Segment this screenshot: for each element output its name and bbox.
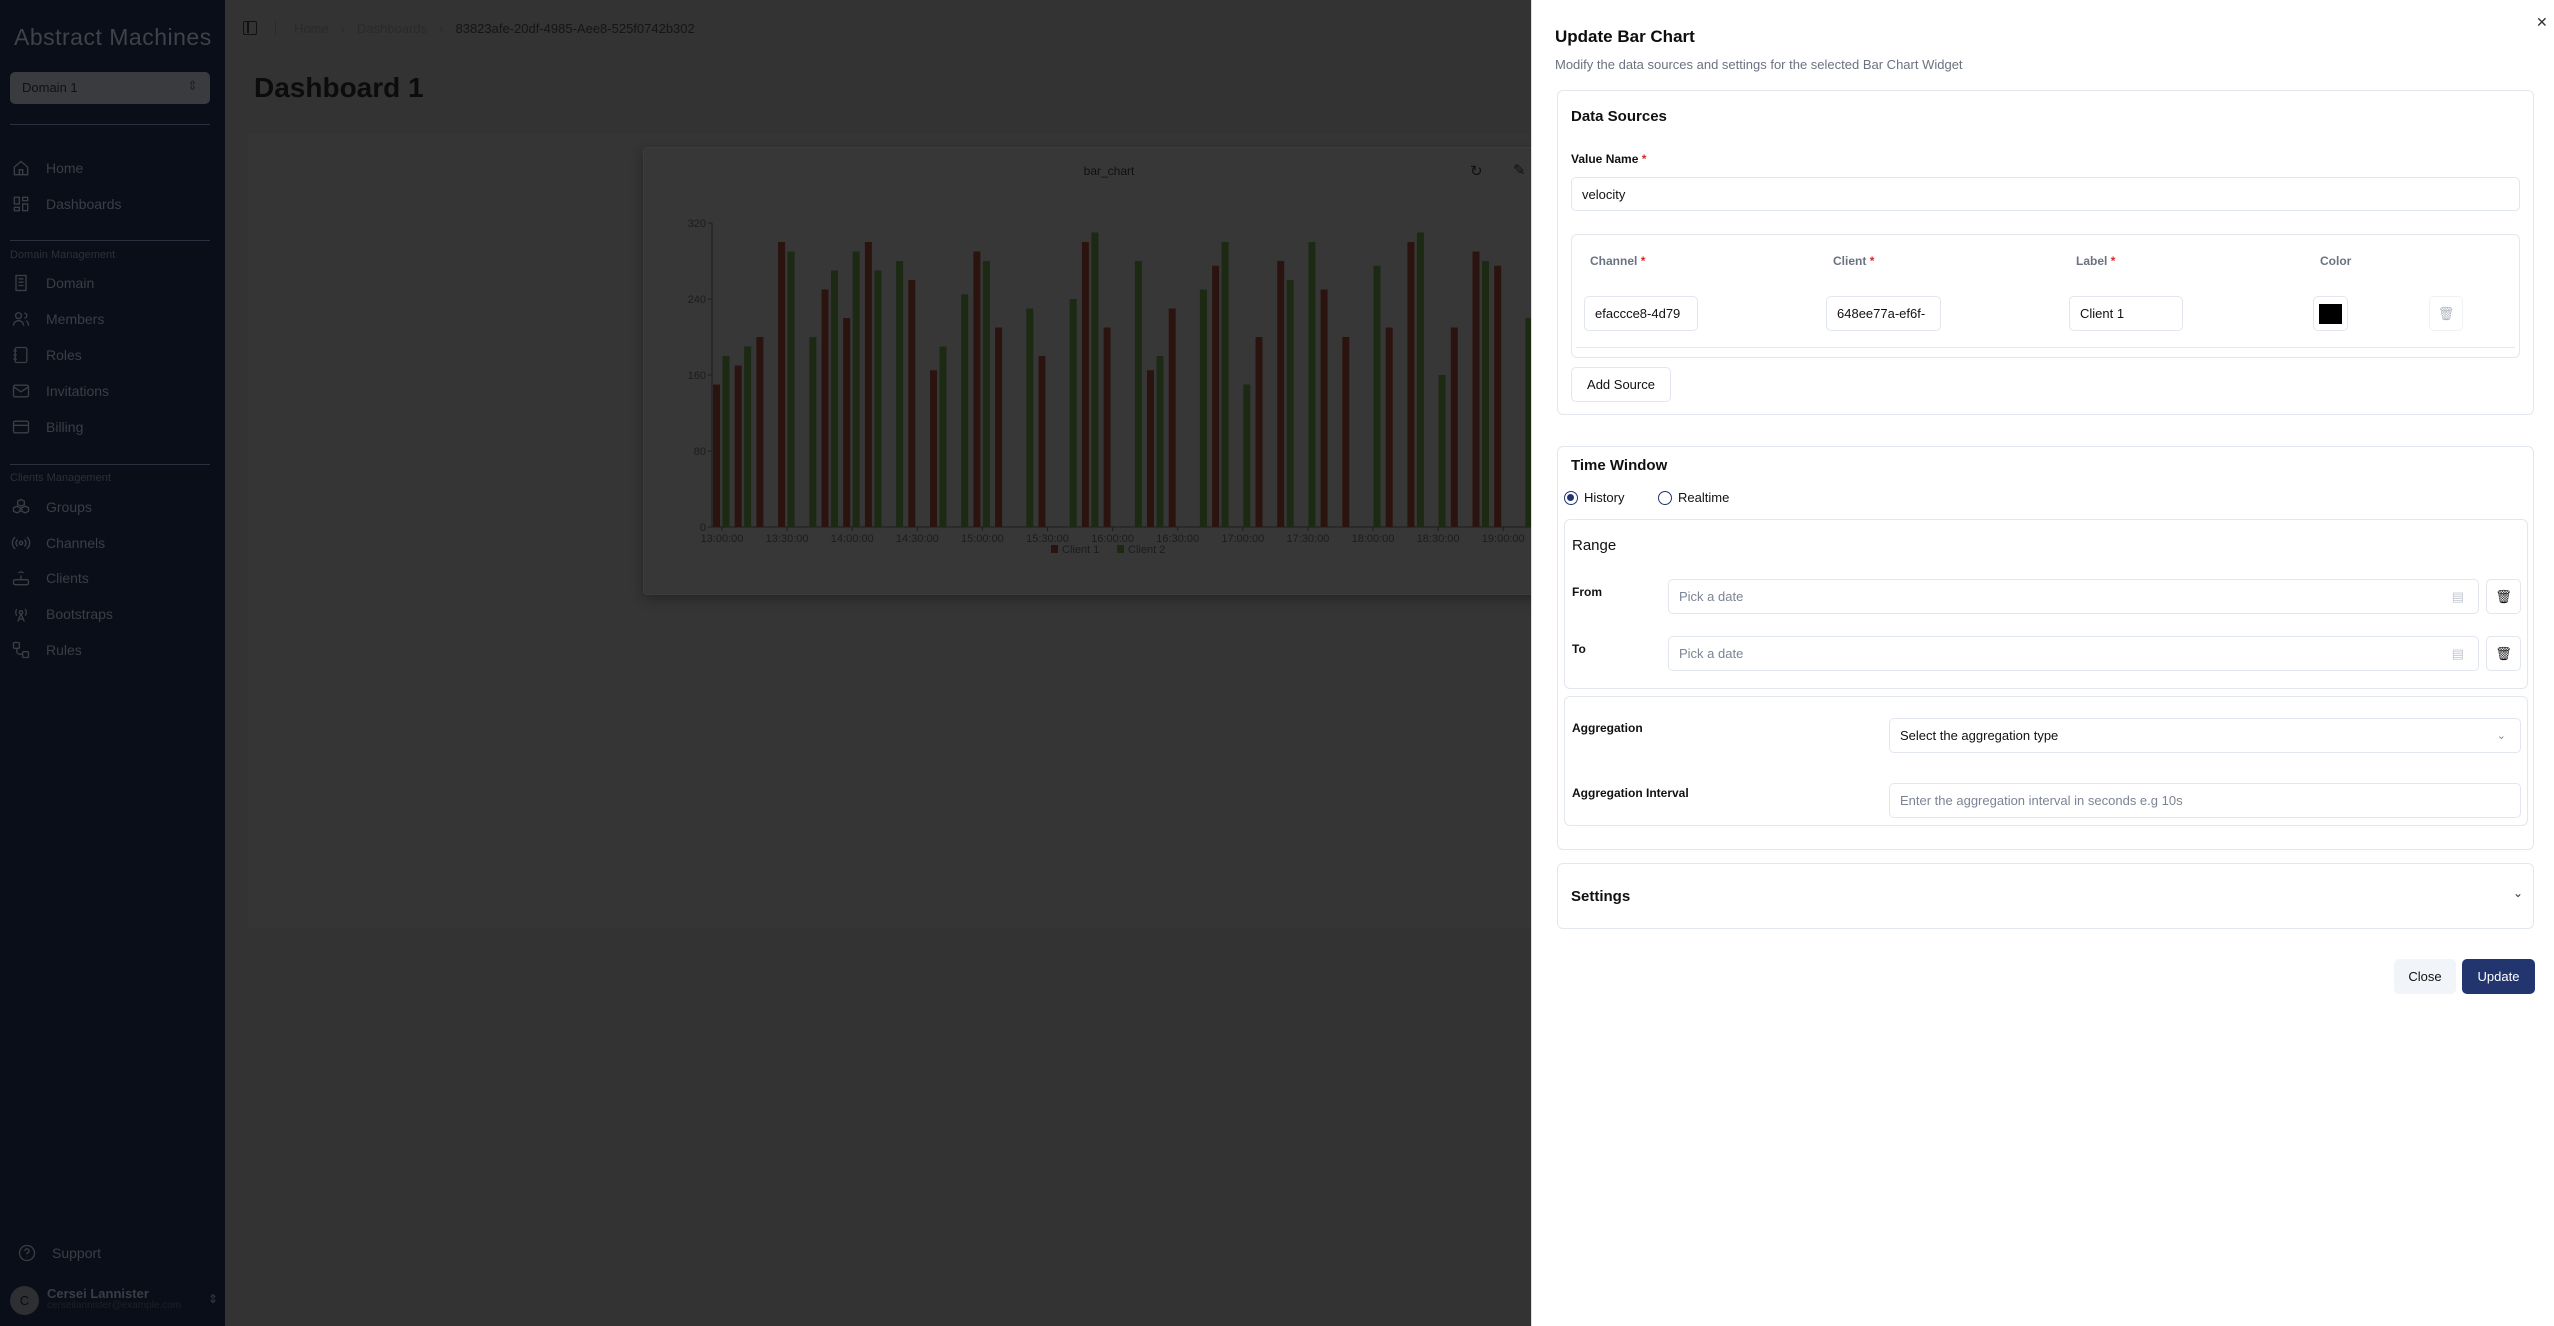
close-icon[interactable]: ✕ xyxy=(2536,14,2548,31)
chevron-down-icon: ⌄ xyxy=(2496,730,2506,742)
settings-title: Settings xyxy=(1571,888,1631,905)
trash-icon: 🗑 xyxy=(2495,645,2512,661)
client-input[interactable]: 648ee77a-ef6f- xyxy=(1826,296,1941,331)
column-label: Label * xyxy=(2076,254,2116,268)
column-color: Color xyxy=(2320,254,2352,268)
color-picker[interactable] xyxy=(2313,296,2348,331)
history-label: History xyxy=(1584,490,1625,505)
update-bar-chart-drawer: ✕ Update Bar Chart Modify the data sourc… xyxy=(1531,0,2554,1326)
aggregation-label: Aggregation xyxy=(1572,721,1643,735)
from-label: From xyxy=(1572,585,1602,599)
time-window-card: Time Window History Realtime Range From … xyxy=(1557,446,2534,850)
range-box: Range From Pick a date ▤ 🗑 To Pick a date… xyxy=(1564,519,2528,689)
clear-from-button[interactable]: 🗑 xyxy=(2486,579,2521,614)
update-button[interactable]: Update xyxy=(2462,959,2535,994)
calendar-icon: ▤ xyxy=(2451,645,2464,661)
label-input[interactable]: Client 1 xyxy=(2069,296,2183,331)
value-name-input[interactable]: velocity xyxy=(1571,177,2520,211)
section-title: Data Sources xyxy=(1571,108,1667,125)
calendar-icon: ▤ xyxy=(2451,588,2464,604)
chevron-down-icon: ⌄ xyxy=(2512,886,2523,900)
delete-source-button[interactable]: 🗑 xyxy=(2429,296,2463,331)
color-swatch xyxy=(2319,303,2342,324)
interval-input[interactable]: Enter the aggregation interval in second… xyxy=(1889,783,2521,818)
to-date-input[interactable]: Pick a date ▤ xyxy=(1668,636,2479,671)
aggregation-box: Aggregation Select the aggregation type ⌄… xyxy=(1564,696,2528,826)
from-date-input[interactable]: Pick a date ▤ xyxy=(1668,579,2479,614)
trash-icon: 🗑 xyxy=(2437,305,2455,321)
realtime-radio[interactable] xyxy=(1658,491,1672,505)
data-sources-card: Data Sources Value Name * velocity Chann… xyxy=(1557,90,2534,415)
settings-accordion[interactable]: Settings ⌄ xyxy=(1557,863,2534,929)
clear-to-button[interactable]: 🗑 xyxy=(2486,636,2521,671)
sources-table: Channel * Client * Label * Color efaccce… xyxy=(1571,234,2520,358)
close-button[interactable]: Close xyxy=(2394,959,2456,994)
drawer-subtitle: Modify the data sources and settings for… xyxy=(1555,57,1963,72)
modal-backdrop[interactable] xyxy=(0,0,1531,1326)
column-client: Client * xyxy=(1833,254,1875,268)
column-channel: Channel * xyxy=(1590,254,1646,268)
aggregation-select[interactable]: Select the aggregation type ⌄ xyxy=(1889,718,2521,753)
section-title: Time Window xyxy=(1571,457,1668,474)
trash-icon: 🗑 xyxy=(2495,588,2512,604)
history-radio[interactable] xyxy=(1564,491,1578,505)
divider xyxy=(1576,347,2515,348)
drawer-title: Update Bar Chart xyxy=(1555,27,1695,46)
value-name-label: Value Name * xyxy=(1571,152,1647,166)
to-label: To xyxy=(1572,642,1586,656)
interval-label: Aggregation Interval xyxy=(1572,786,1689,800)
range-title: Range xyxy=(1572,537,1617,554)
add-source-button[interactable]: Add Source xyxy=(1571,367,1671,402)
realtime-label: Realtime xyxy=(1678,490,1730,505)
channel-input[interactable]: efaccce8-4d79 xyxy=(1584,296,1698,331)
